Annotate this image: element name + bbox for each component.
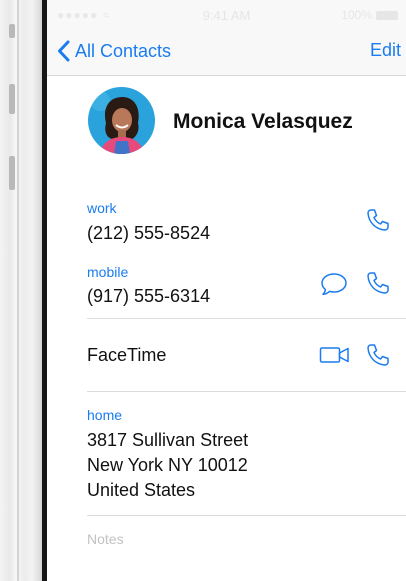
mute-switch bbox=[9, 24, 15, 38]
battery-indicator: 100% bbox=[341, 8, 398, 22]
edit-button[interactable]: Edit bbox=[370, 40, 401, 61]
volume-up-button bbox=[9, 84, 15, 114]
address-line-2[interactable]: New York NY 10012 bbox=[87, 453, 248, 478]
divider bbox=[87, 391, 406, 392]
phone-frame bbox=[0, 0, 42, 581]
chevron-left-icon bbox=[58, 40, 70, 62]
status-bar: ●●●●● ≈ 9:41 AM 100% bbox=[47, 0, 406, 26]
address-line-3[interactable]: United States bbox=[87, 478, 195, 503]
video-camera-icon[interactable] bbox=[319, 345, 351, 365]
back-button-label: All Contacts bbox=[75, 40, 172, 61]
frame-groove bbox=[17, 0, 19, 581]
phone-icon[interactable] bbox=[365, 270, 391, 296]
battery-icon bbox=[376, 10, 398, 20]
address-label: home bbox=[87, 407, 123, 423]
divider bbox=[87, 318, 406, 319]
navigation-bar: All Contacts Edit bbox=[47, 26, 406, 76]
address-line-1[interactable]: 3817 Sullivan Street bbox=[87, 428, 248, 453]
phone-label-work: work bbox=[87, 200, 117, 216]
phone-label-mobile: mobile bbox=[87, 264, 129, 280]
avatar-photo bbox=[88, 87, 155, 154]
divider bbox=[87, 515, 406, 516]
battery-percent: 100% bbox=[341, 8, 372, 22]
facetime-label: FaceTime bbox=[87, 345, 167, 365]
message-bubble-icon[interactable] bbox=[320, 271, 348, 297]
notes-field[interactable]: Notes bbox=[87, 531, 124, 547]
back-button[interactable]: All Contacts bbox=[57, 38, 171, 64]
avatar bbox=[88, 87, 155, 154]
phone-number-work[interactable]: (212) 555-8524 bbox=[87, 221, 210, 246]
phone-number-mobile[interactable]: (917) 555-6314 bbox=[87, 284, 210, 309]
phone-icon[interactable] bbox=[365, 207, 391, 233]
contact-name: Monica Velasquez bbox=[173, 110, 353, 133]
phone-icon[interactable] bbox=[365, 342, 391, 368]
volume-down-button bbox=[9, 156, 15, 190]
contact-detail-screen: ●●●●● ≈ 9:41 AM 100% All Contacts Edit M… bbox=[47, 0, 406, 581]
